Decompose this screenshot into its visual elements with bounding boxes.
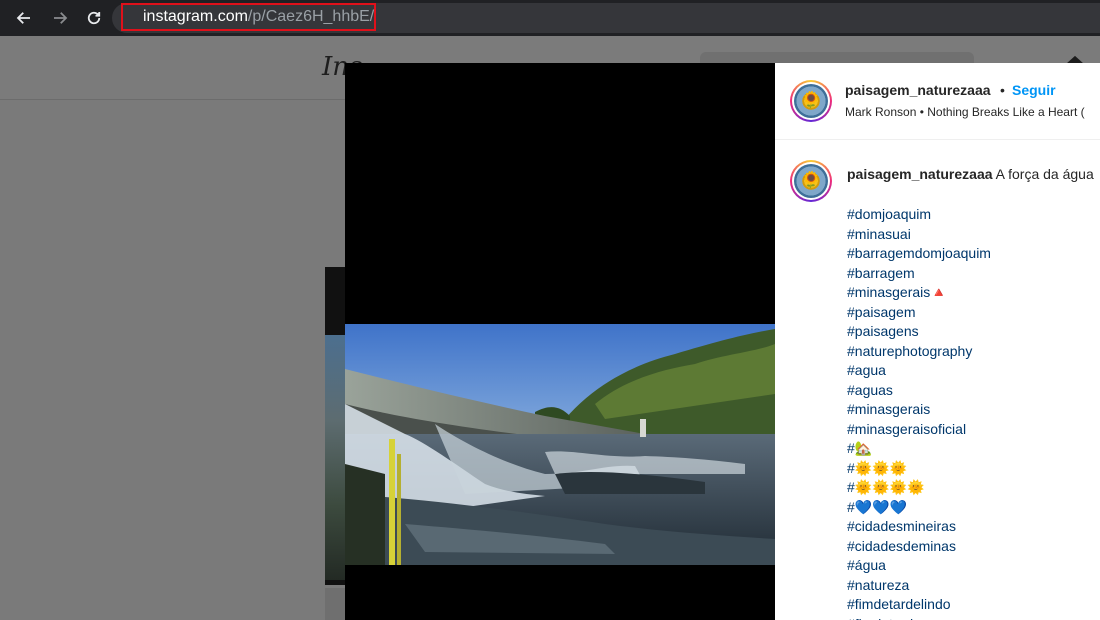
hashtag-link[interactable]: #cidadesmineiras [847, 517, 991, 537]
reload-icon[interactable] [82, 6, 106, 30]
hashtag-link[interactable]: #paisagens [847, 322, 991, 342]
hashtag-link[interactable]: #naturephotography [847, 342, 991, 362]
hashtag-text: #minasgerais [847, 401, 931, 417]
caption: paisagem_naturezaaa A força da água [847, 166, 1094, 182]
hashtag-link[interactable]: #🌞🌞🌞🌞 [847, 478, 991, 498]
hashtag-text: #cidadesmineiras [847, 518, 956, 534]
hashtag-list: #domjoaquim #minasuai #barragemdomjoaquim #… [847, 205, 991, 620]
emoji-icon: 🏡 [854, 440, 873, 456]
url-highlight[interactable]: instagram.com/p/Caez6H_hhbE/ [121, 3, 376, 31]
hashtag-link[interactable]: #🌞🌞🌞 [847, 459, 991, 479]
hashtag-link[interactable]: #fimdetardelindo [847, 595, 991, 615]
post-header: 🌻 paisagem_naturezaaa • Seguir Mark Rons… [775, 63, 1100, 140]
hashtag-text: #domjoaquim [847, 206, 932, 222]
hashtag-text: #fimdetarde [847, 616, 921, 620]
hashtag-text: #cidadesdeminas [847, 537, 956, 554]
back-arrow-icon[interactable] [12, 6, 36, 30]
hashtag-link[interactable]: #aguas [847, 381, 991, 401]
hashtag-link[interactable]: #minasuai [847, 225, 991, 245]
hashtag-text: #naturephotography [847, 342, 973, 359]
forward-arrow-icon[interactable] [48, 6, 72, 30]
hashtag-text: #natureza [847, 576, 910, 593]
hashtag-link[interactable]: #água [847, 556, 991, 576]
hashtag-link[interactable]: #cidadesdeminas [847, 537, 991, 557]
hashtag-text: #minasgeraisoficial [847, 420, 967, 437]
hashtag-link[interactable]: #💙💙💙 [847, 498, 991, 518]
avatar[interactable]: 🌻 [790, 80, 832, 122]
hashtag-text: #aguas [847, 381, 893, 398]
sunflower-icon: 🌻 [801, 92, 821, 109]
post-video[interactable] [345, 324, 775, 565]
caption-text: A força da água [995, 166, 1094, 182]
hashtag-text: #minasuai [847, 225, 911, 242]
caption-avatar[interactable]: 🌻 [790, 160, 832, 202]
hashtag-text: #barragemdomjoaquim [847, 245, 991, 261]
hashtag-link[interactable]: #agua [847, 361, 991, 381]
follow-button[interactable]: Seguir [1012, 82, 1056, 98]
hashtag-text: #paisagens [847, 323, 919, 339]
separator-dot: • [1000, 82, 1005, 98]
hashtag-text: #minasgerais [847, 284, 931, 300]
hashtag-link[interactable]: #minasgerais🔺 [847, 283, 991, 303]
hashtag-link[interactable]: #minasgerais [847, 400, 991, 420]
hashtag-text: #paisagem [847, 303, 916, 320]
caption-username[interactable]: paisagem_naturezaaa [847, 166, 993, 182]
hashtag-text: #fimdetardelindo [847, 596, 951, 612]
hashtag-link[interactable]: #fimdetarde [847, 615, 991, 620]
post-sidebar: 🌻 paisagem_naturezaaa • Seguir Mark Rons… [775, 63, 1100, 620]
post-username[interactable]: paisagem_naturezaaa [845, 82, 991, 98]
url-path: /p/Caez6H_hhbE/ [247, 8, 375, 25]
hashtag-text: # [847, 479, 855, 495]
hashtag-text: # [847, 440, 855, 456]
emoji-icon: 🌞🌞🌞 [854, 459, 908, 476]
emoji-icon: 🌞🌞🌞🌞 [854, 479, 925, 495]
hashtag-text: #agua [847, 362, 886, 378]
sunflower-icon: 🌻 [801, 172, 821, 189]
emoji-icon: 💙💙💙 [854, 498, 908, 515]
hashtag-link[interactable]: #domjoaquim [847, 205, 991, 225]
url-host: instagram.com [143, 8, 248, 25]
emoji-icon: 🔺 [930, 284, 948, 300]
hashtag-link[interactable]: #barragem [847, 264, 991, 284]
hashtag-text: #barragem [847, 264, 915, 281]
hashtag-link[interactable]: #natureza [847, 576, 991, 596]
hashtag-link[interactable]: #🏡 [847, 439, 991, 459]
hashtag-link[interactable]: #paisagem [847, 303, 991, 323]
hashtag-link[interactable]: #barragemdomjoaquim [847, 244, 991, 264]
hashtag-text: # [847, 498, 855, 515]
url-text: instagram.com/p/Caez6H_hhbE/ [143, 8, 374, 26]
hashtag-text: #água [847, 557, 886, 573]
audio-track-link[interactable]: Mark Ronson • Nothing Breaks Like a Hear… [845, 105, 1085, 119]
hashtag-link[interactable]: #minasgeraisoficial [847, 420, 991, 440]
hashtag-text: # [847, 459, 855, 476]
